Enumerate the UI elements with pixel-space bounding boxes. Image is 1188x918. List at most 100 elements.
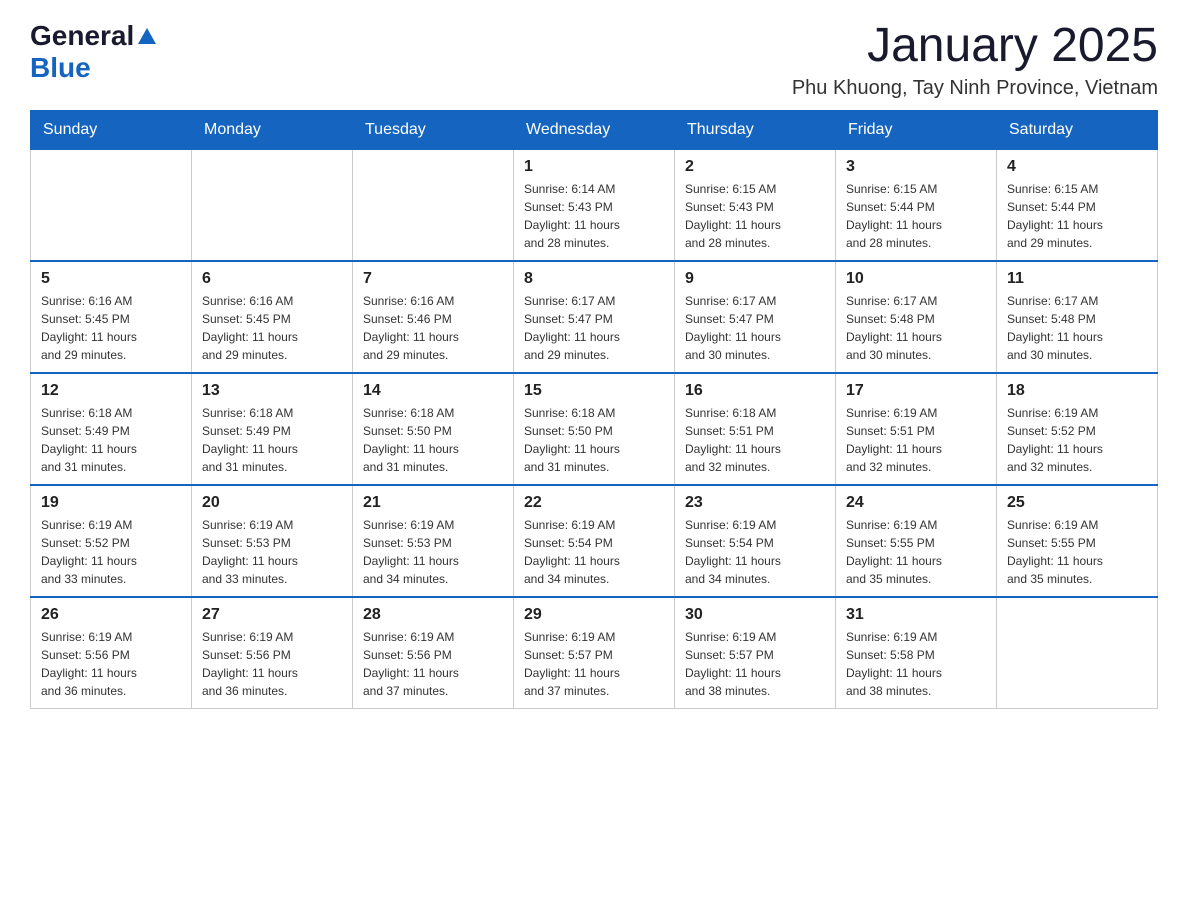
day-number: 27: [202, 606, 342, 624]
header-saturday: Saturday: [997, 110, 1158, 149]
calendar-cell: 19 Sunrise: 6:19 AM Sunset: 5:52 PM Dayli…: [31, 485, 192, 597]
day-number: 19: [41, 494, 181, 512]
title-section: January 2025 Phu Khuong, Tay Ninh Provin…: [792, 20, 1158, 100]
calendar-cell: 29 Sunrise: 6:19 AM Sunset: 5:57 PM Dayli…: [514, 597, 675, 709]
day-number: 2: [685, 158, 825, 176]
day-number: 1: [524, 158, 664, 176]
day-number: 29: [524, 606, 664, 624]
day-info: Sunrise: 6:16 AM Sunset: 5:45 PM Dayligh…: [41, 292, 181, 364]
calendar-cell: 8 Sunrise: 6:17 AM Sunset: 5:47 PM Daylig…: [514, 261, 675, 373]
calendar-cell: 2 Sunrise: 6:15 AM Sunset: 5:43 PM Daylig…: [675, 149, 836, 261]
day-info: Sunrise: 6:17 AM Sunset: 5:47 PM Dayligh…: [524, 292, 664, 364]
calendar-cell: 10 Sunrise: 6:17 AM Sunset: 5:48 PM Dayli…: [836, 261, 997, 373]
day-info: Sunrise: 6:19 AM Sunset: 5:52 PM Dayligh…: [1007, 404, 1147, 476]
calendar-table: SundayMondayTuesdayWednesdayThursdayFrid…: [30, 110, 1158, 709]
day-number: 8: [524, 270, 664, 288]
day-number: 21: [363, 494, 503, 512]
day-number: 4: [1007, 158, 1147, 176]
day-info: Sunrise: 6:17 AM Sunset: 5:48 PM Dayligh…: [1007, 292, 1147, 364]
calendar-cell: 30Sunrise: 6:19 AM Sunset: 5:57 PM Dayli…: [675, 597, 836, 709]
day-info: Sunrise: 6:19 AM Sunset: 5:54 PM Dayligh…: [685, 516, 825, 588]
day-number: 16: [685, 382, 825, 400]
day-info: Sunrise: 6:19 AM Sunset: 5:57 PM Dayligh…: [524, 628, 664, 700]
day-info: Sunrise: 6:18 AM Sunset: 5:49 PM Dayligh…: [202, 404, 342, 476]
day-info: Sunrise: 6:19 AM Sunset: 5:54 PM Dayligh…: [524, 516, 664, 588]
calendar-cell: 23 Sunrise: 6:19 AM Sunset: 5:54 PM Dayli…: [675, 485, 836, 597]
calendar-cell: 9 Sunrise: 6:17 AM Sunset: 5:47 PM Daylig…: [675, 261, 836, 373]
day-number: 23: [685, 494, 825, 512]
day-info: Sunrise: 6:18 AM Sunset: 5:49 PM Dayligh…: [41, 404, 181, 476]
calendar-cell: [31, 149, 192, 261]
day-info: Sunrise: 6:19 AM Sunset: 5:55 PM Dayligh…: [846, 516, 986, 588]
day-number: 10: [846, 270, 986, 288]
calendar-week-2: 5 Sunrise: 6:16 AM Sunset: 5:45 PM Daylig…: [31, 261, 1158, 373]
day-number: 9: [685, 270, 825, 288]
logo: General Blue: [30, 20, 156, 84]
day-info: Sunrise: 6:19 AM Sunset: 5:52 PM Dayligh…: [41, 516, 181, 588]
header-thursday: Thursday: [675, 110, 836, 149]
day-number: 18: [1007, 382, 1147, 400]
calendar-header-row: SundayMondayTuesdayWednesdayThursdayFrid…: [31, 110, 1158, 149]
location: Phu Khuong, Tay Ninh Province, Vietnam: [792, 77, 1158, 100]
day-number: 12: [41, 382, 181, 400]
header-wednesday: Wednesday: [514, 110, 675, 149]
day-info: Sunrise: 6:19 AM Sunset: 5:53 PM Dayligh…: [202, 516, 342, 588]
day-number: 17: [846, 382, 986, 400]
day-number: 30: [685, 606, 825, 624]
calendar-week-3: 12 Sunrise: 6:18 AM Sunset: 5:49 PM Dayli…: [31, 373, 1158, 485]
calendar-cell: 11Sunrise: 6:17 AM Sunset: 5:48 PM Dayli…: [997, 261, 1158, 373]
day-info: Sunrise: 6:15 AM Sunset: 5:44 PM Dayligh…: [1007, 180, 1147, 252]
calendar-cell: 15Sunrise: 6:18 AM Sunset: 5:50 PM Dayli…: [514, 373, 675, 485]
day-info: Sunrise: 6:19 AM Sunset: 5:51 PM Dayligh…: [846, 404, 986, 476]
calendar-cell: 28Sunrise: 6:19 AM Sunset: 5:56 PM Dayli…: [353, 597, 514, 709]
calendar-cell: 6Sunrise: 6:16 AM Sunset: 5:45 PM Daylig…: [192, 261, 353, 373]
page-header: General Blue January 2025 Phu Khuong, Ta…: [30, 20, 1158, 100]
day-number: 28: [363, 606, 503, 624]
calendar-cell: 21 Sunrise: 6:19 AM Sunset: 5:53 PM Dayli…: [353, 485, 514, 597]
calendar-week-1: 1 Sunrise: 6:14 AM Sunset: 5:43 PM Daylig…: [31, 149, 1158, 261]
calendar-week-4: 19 Sunrise: 6:19 AM Sunset: 5:52 PM Dayli…: [31, 485, 1158, 597]
calendar-cell: [192, 149, 353, 261]
header-sunday: Sunday: [31, 110, 192, 149]
calendar-cell: 25 Sunrise: 6:19 AM Sunset: 5:55 PM Dayli…: [997, 485, 1158, 597]
day-info: Sunrise: 6:16 AM Sunset: 5:46 PM Dayligh…: [363, 292, 503, 364]
day-info: Sunrise: 6:14 AM Sunset: 5:43 PM Dayligh…: [524, 180, 664, 252]
calendar-cell: [353, 149, 514, 261]
calendar-cell: 3 Sunrise: 6:15 AM Sunset: 5:44 PM Daylig…: [836, 149, 997, 261]
logo-triangle-icon: [138, 28, 156, 49]
day-info: Sunrise: 6:19 AM Sunset: 5:53 PM Dayligh…: [363, 516, 503, 588]
day-info: Sunrise: 6:17 AM Sunset: 5:47 PM Dayligh…: [685, 292, 825, 364]
day-number: 22: [524, 494, 664, 512]
calendar-week-5: 26 Sunrise: 6:19 AM Sunset: 5:56 PM Dayli…: [31, 597, 1158, 709]
calendar-cell: 13Sunrise: 6:18 AM Sunset: 5:49 PM Dayli…: [192, 373, 353, 485]
header-tuesday: Tuesday: [353, 110, 514, 149]
calendar-cell: 20 Sunrise: 6:19 AM Sunset: 5:53 PM Dayli…: [192, 485, 353, 597]
day-info: Sunrise: 6:19 AM Sunset: 5:56 PM Dayligh…: [202, 628, 342, 700]
day-number: 20: [202, 494, 342, 512]
day-info: Sunrise: 6:18 AM Sunset: 5:50 PM Dayligh…: [363, 404, 503, 476]
day-info: Sunrise: 6:19 AM Sunset: 5:56 PM Dayligh…: [41, 628, 181, 700]
day-info: Sunrise: 6:18 AM Sunset: 5:50 PM Dayligh…: [524, 404, 664, 476]
day-info: Sunrise: 6:15 AM Sunset: 5:44 PM Dayligh…: [846, 180, 986, 252]
day-info: Sunrise: 6:19 AM Sunset: 5:58 PM Dayligh…: [846, 628, 986, 700]
day-info: Sunrise: 6:15 AM Sunset: 5:43 PM Dayligh…: [685, 180, 825, 252]
calendar-cell: 16 Sunrise: 6:18 AM Sunset: 5:51 PM Dayli…: [675, 373, 836, 485]
calendar-cell: 12 Sunrise: 6:18 AM Sunset: 5:49 PM Dayli…: [31, 373, 192, 485]
day-number: 25: [1007, 494, 1147, 512]
calendar-cell: 26 Sunrise: 6:19 AM Sunset: 5:56 PM Dayli…: [31, 597, 192, 709]
day-number: 7: [363, 270, 503, 288]
day-number: 14: [363, 382, 503, 400]
calendar-cell: 1 Sunrise: 6:14 AM Sunset: 5:43 PM Daylig…: [514, 149, 675, 261]
day-number: 24: [846, 494, 986, 512]
day-info: Sunrise: 6:16 AM Sunset: 5:45 PM Dayligh…: [202, 292, 342, 364]
day-info: Sunrise: 6:19 AM Sunset: 5:55 PM Dayligh…: [1007, 516, 1147, 588]
calendar-cell: 14 Sunrise: 6:18 AM Sunset: 5:50 PM Dayli…: [353, 373, 514, 485]
header-friday: Friday: [836, 110, 997, 149]
day-info: Sunrise: 6:18 AM Sunset: 5:51 PM Dayligh…: [685, 404, 825, 476]
day-number: 5: [41, 270, 181, 288]
calendar-cell: 24 Sunrise: 6:19 AM Sunset: 5:55 PM Dayli…: [836, 485, 997, 597]
day-number: 3: [846, 158, 986, 176]
logo-general-text: General: [30, 20, 134, 52]
day-number: 26: [41, 606, 181, 624]
day-info: Sunrise: 6:17 AM Sunset: 5:48 PM Dayligh…: [846, 292, 986, 364]
